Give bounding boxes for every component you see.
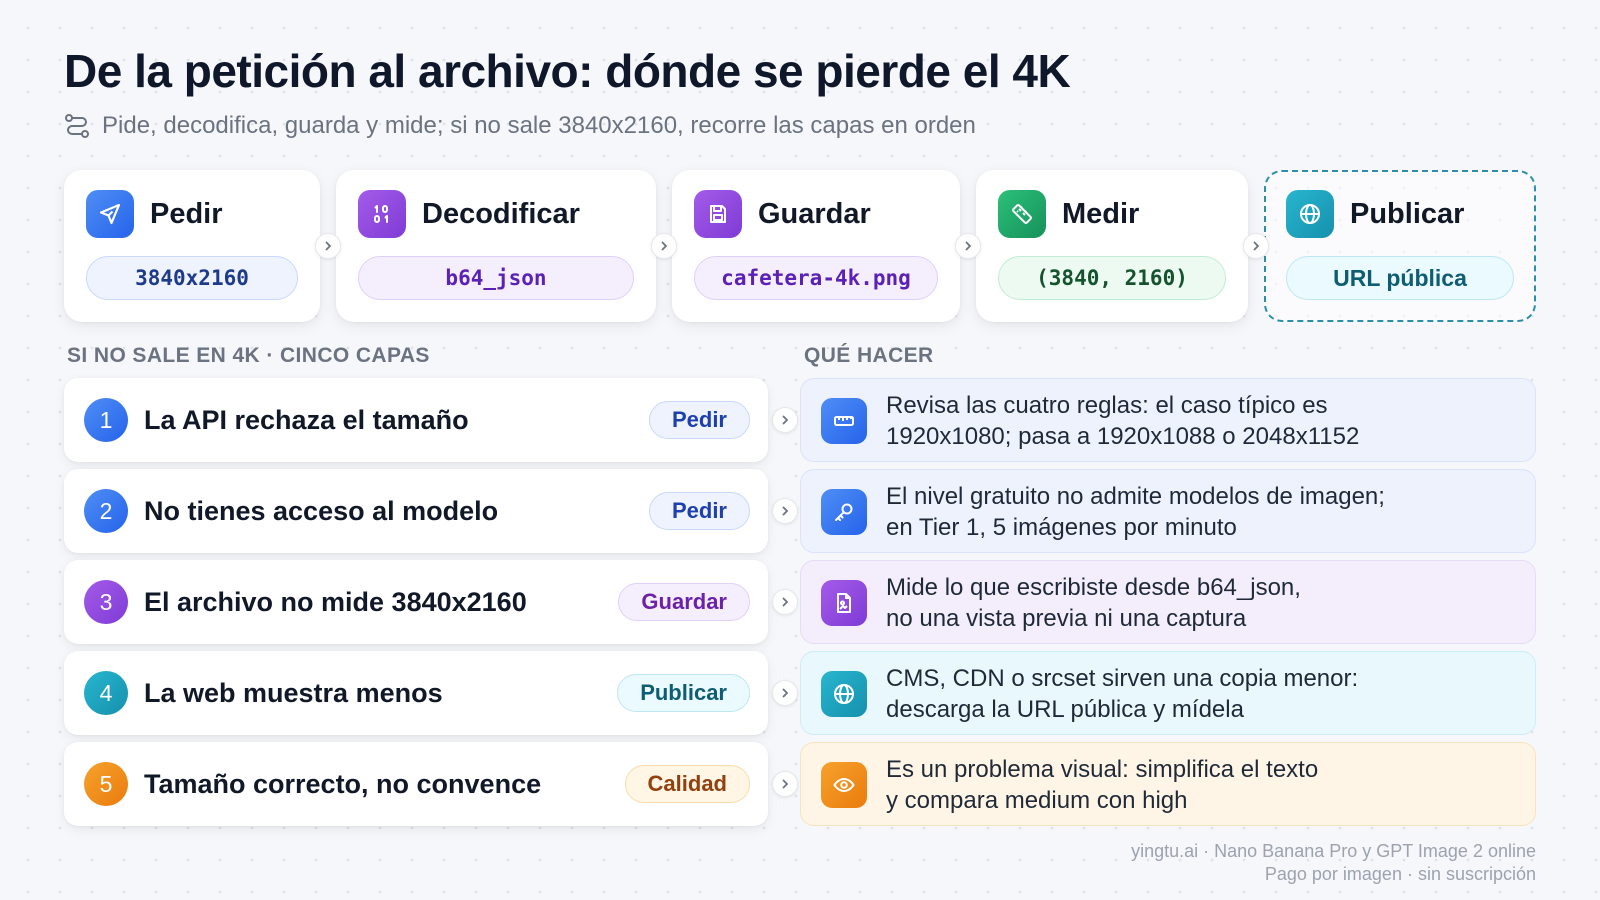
- footer-credit: yingtu.ai · Nano Banana Pro y GPT Image …: [1131, 840, 1536, 886]
- stage-pedir: Pedir 3840x2160: [64, 170, 320, 322]
- chevron-right-icon: [651, 233, 677, 259]
- stage-decodificar: Decodificar b64_json: [336, 170, 656, 322]
- stage-name: Pedir: [150, 197, 223, 230]
- action-line: 1920x1080; pasa a 1920x1088 o 2048x1152: [886, 423, 1360, 450]
- action-line: descarga la URL pública y mídela: [886, 696, 1244, 723]
- layer-tag: Calidad: [624, 765, 750, 803]
- step-number: 4: [84, 671, 128, 715]
- action-text: El nivel gratuito no admite modelos de i…: [886, 470, 1385, 554]
- page-title: De la petición al archivo: dónde se pier…: [64, 45, 1071, 97]
- step-number: 1: [84, 398, 128, 442]
- stage-name: Publicar: [1350, 197, 1465, 230]
- send-icon: [86, 190, 134, 238]
- action-line: CMS, CDN o srcset sirven una copia menor…: [886, 665, 1359, 692]
- action-line: El nivel gratuito no admite modelos de i…: [886, 483, 1385, 510]
- globe-icon: [1286, 190, 1334, 238]
- stage-medir: Medir (3840, 2160): [976, 170, 1248, 322]
- layer-tag: Pedir: [648, 492, 750, 530]
- problem-text: La web muestra menos: [144, 677, 443, 708]
- section-label-actions: QUÉ HACER: [804, 344, 934, 367]
- footer-line: Pago por imagen · sin suscripción: [1264, 864, 1536, 884]
- action-row: Revisa las cuatro reglas: el caso típico…: [800, 378, 1536, 462]
- save-icon: [694, 190, 742, 238]
- problem-row: 2 No tienes acceso al modelo Pedir: [64, 469, 768, 553]
- stage-name: Medir: [1062, 197, 1140, 230]
- image-file-icon: [821, 580, 867, 626]
- layer-tag: Guardar: [618, 583, 750, 621]
- problem-text: La API rechaza el tamaño: [144, 404, 469, 435]
- step-number: 2: [84, 489, 128, 533]
- layer-tag: Publicar: [617, 674, 750, 712]
- step-number: 5: [84, 762, 128, 806]
- problem-row: 5 Tamaño correcto, no convence Calidad: [64, 742, 768, 826]
- problem-row: 3 El archivo no mide 3840x2160 Guardar: [64, 560, 768, 644]
- globe-icon: [821, 671, 867, 717]
- problem-row: 1 La API rechaza el tamaño Pedir: [64, 378, 768, 462]
- action-row: Mide lo que escribiste desde b64_json, n…: [800, 560, 1536, 644]
- layer-tag: Pedir: [648, 401, 750, 439]
- action-line: Revisa las cuatro reglas: el caso típico…: [886, 392, 1328, 419]
- problem-text: El archivo no mide 3840x2160: [144, 586, 527, 617]
- chevron-right-icon: [1243, 233, 1269, 259]
- stage-value: b64_json: [358, 256, 634, 300]
- binary-icon: [358, 190, 406, 238]
- eye-icon: [821, 762, 867, 808]
- chevron-right-icon: [772, 407, 798, 433]
- stage-value: 3840x2160: [86, 256, 298, 300]
- action-text: Revisa las cuatro reglas: el caso típico…: [886, 379, 1359, 463]
- key-icon: [821, 489, 867, 535]
- subtitle-text: Pide, decodifica, guarda y mide; si no s…: [102, 112, 976, 139]
- action-line: en Tier 1, 5 imágenes por minuto: [886, 514, 1237, 541]
- stage-value: URL pública: [1286, 256, 1514, 300]
- ruler-icon: [998, 190, 1046, 238]
- action-text: CMS, CDN o srcset sirven una copia menor…: [886, 652, 1358, 736]
- stage-name: Guardar: [758, 197, 871, 230]
- step-number: 3: [84, 580, 128, 624]
- section-label-problems: SI NO SALE EN 4K · CINCO CAPAS: [67, 344, 430, 367]
- stage-publicar: Publicar URL pública: [1264, 170, 1536, 322]
- action-row: El nivel gratuito no admite modelos de i…: [800, 469, 1536, 553]
- chevron-right-icon: [772, 771, 798, 797]
- stage-guardar: Guardar cafetera-4k.png: [672, 170, 960, 322]
- problem-row: 4 La web muestra menos Publicar: [64, 651, 768, 735]
- footer-line: yingtu.ai · Nano Banana Pro y GPT Image …: [1131, 841, 1536, 861]
- stage-value: (3840, 2160): [998, 256, 1226, 300]
- ruler-icon: [821, 398, 867, 444]
- action-text: Mide lo que escribiste desde b64_json, n…: [886, 561, 1301, 645]
- chevron-right-icon: [772, 589, 798, 615]
- action-text: Es un problema visual: simplifica el tex…: [886, 743, 1318, 827]
- chevron-right-icon: [772, 498, 798, 524]
- page-subtitle: Pide, decodifica, guarda y mide; si no s…: [64, 112, 976, 140]
- route-icon: [65, 114, 89, 138]
- chevron-right-icon: [772, 680, 798, 706]
- chevron-right-icon: [955, 233, 981, 259]
- stage-name: Decodificar: [422, 197, 580, 230]
- action-line: Es un problema visual: simplifica el tex…: [886, 756, 1319, 783]
- action-row: Es un problema visual: simplifica el tex…: [800, 742, 1536, 826]
- chevron-right-icon: [315, 233, 341, 259]
- stage-value: cafetera-4k.png: [694, 256, 938, 300]
- action-line: y compara medium con high: [886, 787, 1188, 814]
- problem-text: Tamaño correcto, no convence: [144, 768, 542, 799]
- action-line: no una vista previa ni una captura: [886, 605, 1247, 632]
- action-row: CMS, CDN o srcset sirven una copia menor…: [800, 651, 1536, 735]
- action-line: Mide lo que escribiste desde b64_json,: [886, 574, 1301, 601]
- problem-text: No tienes acceso al modelo: [144, 495, 499, 526]
